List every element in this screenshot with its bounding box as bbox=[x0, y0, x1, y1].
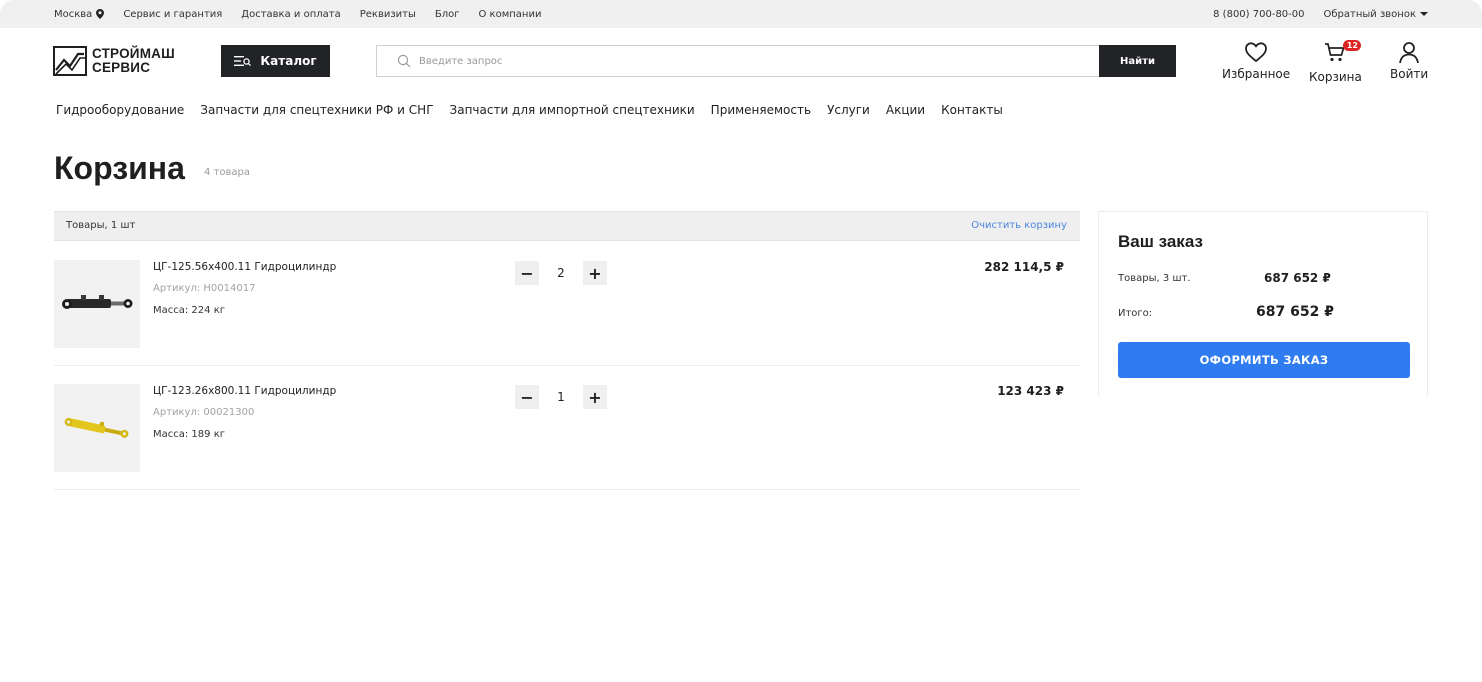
nav-item-applicability[interactable]: Применяемость bbox=[711, 103, 811, 117]
product-name[interactable]: ЦГ-125.56х400.11 Гидроцилиндр bbox=[153, 261, 336, 273]
login-link[interactable]: Войти bbox=[1390, 40, 1428, 81]
product-mass: Масса: 224 кг bbox=[153, 305, 225, 316]
increase-quantity-button[interactable]: + bbox=[583, 385, 607, 409]
cart-link[interactable]: 12 Корзина bbox=[1309, 40, 1362, 84]
page-title: Корзина bbox=[54, 150, 185, 186]
top-bar: Москва Сервис и гарантия Доставка и опла… bbox=[0, 0, 1482, 28]
logo-text: СТРОЙМАШ СЕРВИС bbox=[92, 47, 175, 75]
top-link-service[interactable]: Сервис и гарантия bbox=[123, 9, 222, 20]
top-bar-links: Москва Сервис и гарантия Доставка и опла… bbox=[54, 0, 560, 28]
phone-link[interactable]: 8 (800) 700-80-00 bbox=[1213, 9, 1304, 20]
favorites-link[interactable]: Избранное bbox=[1222, 40, 1290, 81]
cart-item-count: 4 товара bbox=[204, 167, 250, 178]
site-logo[interactable]: СТРОЙМАШ СЕРВИС bbox=[53, 46, 175, 76]
cart-items-summary: Товары, 1 шт bbox=[66, 220, 136, 231]
user-icon bbox=[1399, 42, 1419, 64]
top-link-about[interactable]: О компании bbox=[479, 9, 542, 20]
quantity-value[interactable]: 2 bbox=[539, 261, 583, 285]
product-price: 123 423 ₽ bbox=[997, 384, 1064, 398]
product-price: 282 114,5 ₽ bbox=[984, 260, 1064, 274]
nav-item-contacts[interactable]: Контакты bbox=[941, 103, 1003, 117]
search-button[interactable]: Найти bbox=[1099, 45, 1176, 77]
summary-total-value: 687 652 ₽ bbox=[1256, 304, 1334, 320]
logo-line-2: СЕРВИС bbox=[92, 60, 151, 75]
hydraulic-cylinder-image bbox=[64, 417, 129, 438]
summary-items-label: Товары, 3 шт. bbox=[1118, 273, 1191, 284]
city-label: Москва bbox=[54, 8, 93, 20]
decrease-quantity-button[interactable]: − bbox=[515, 261, 539, 285]
search-icon bbox=[397, 54, 411, 68]
product-image[interactable] bbox=[54, 260, 140, 348]
hydraulic-cylinder-image bbox=[62, 295, 133, 309]
cart-item-row: ЦГ-125.56х400.11 Гидроцилиндр Артикул: Н… bbox=[54, 242, 1080, 366]
nav-item-parts-import[interactable]: Запчасти для импортной спецтехники bbox=[450, 103, 695, 117]
place-order-button[interactable]: ОФОРМИТЬ ЗАКАЗ bbox=[1118, 342, 1410, 378]
clear-cart-link[interactable]: Очистить корзину bbox=[971, 220, 1067, 231]
catalog-label: Каталог bbox=[260, 54, 317, 68]
summary-total-label: Итого: bbox=[1118, 308, 1153, 319]
login-label: Войти bbox=[1390, 67, 1429, 81]
city-selector[interactable]: Москва bbox=[54, 8, 105, 20]
product-sku: Артикул: 00021300 bbox=[153, 407, 255, 418]
cart-label: Корзина bbox=[1309, 70, 1362, 84]
cart-item-row: ЦГ-123.26х800.11 Гидроцилиндр Артикул: 0… bbox=[54, 366, 1080, 490]
callback-label: Обратный звонок bbox=[1323, 8, 1416, 20]
nav-item-services[interactable]: Услуги bbox=[827, 103, 870, 117]
top-link-requisites[interactable]: Реквизиты bbox=[360, 9, 416, 20]
search-box bbox=[376, 45, 1100, 77]
order-summary-title: Ваш заказ bbox=[1118, 232, 1203, 251]
product-image[interactable] bbox=[54, 384, 140, 472]
quantity-stepper: − 1 + bbox=[515, 385, 607, 409]
product-mass: Масса: 189 кг bbox=[153, 429, 225, 440]
cart-list-header: Товары, 1 шт Очистить корзину bbox=[54, 211, 1080, 241]
quantity-value[interactable]: 1 bbox=[539, 385, 583, 409]
logo-mark-icon bbox=[53, 46, 87, 76]
search-input[interactable] bbox=[419, 55, 1019, 67]
cart-count-badge: 12 bbox=[1343, 40, 1362, 51]
favorites-label: Избранное bbox=[1222, 67, 1291, 81]
nav-item-parts-domestic[interactable]: Запчасти для спецтехники РФ и СНГ bbox=[200, 103, 433, 117]
main-nav: Гидрооборудование Запчасти для спецтехни… bbox=[56, 103, 1019, 117]
product-name[interactable]: ЦГ-123.26х800.11 Гидроцилиндр bbox=[153, 385, 336, 397]
nav-item-promotions[interactable]: Акции bbox=[886, 103, 925, 117]
top-bar-contacts: 8 (800) 700-80-00 Обратный звонок bbox=[1213, 0, 1428, 28]
top-link-blog[interactable]: Блог bbox=[435, 9, 460, 20]
increase-quantity-button[interactable]: + bbox=[583, 261, 607, 285]
quantity-stepper: − 2 + bbox=[515, 261, 607, 285]
catalog-button[interactable]: Каталог bbox=[221, 45, 330, 77]
logo-line-1: СТРОЙМАШ bbox=[92, 46, 175, 61]
decrease-quantity-button[interactable]: − bbox=[515, 385, 539, 409]
summary-items-value: 687 652 ₽ bbox=[1264, 271, 1331, 285]
product-sku: Артикул: Н0014017 bbox=[153, 283, 256, 294]
location-pin-icon bbox=[96, 9, 105, 19]
catalog-menu-icon bbox=[234, 56, 252, 67]
callback-dropdown[interactable]: Обратный звонок bbox=[1324, 9, 1428, 20]
nav-item-hydraulics[interactable]: Гидрооборудование bbox=[56, 103, 184, 117]
order-summary: Ваш заказ Товары, 3 шт. 687 652 ₽ Итого:… bbox=[1098, 211, 1428, 396]
heart-icon bbox=[1245, 42, 1267, 63]
top-link-delivery[interactable]: Доставка и оплата bbox=[241, 9, 340, 20]
chevron-down-icon bbox=[1420, 12, 1428, 16]
